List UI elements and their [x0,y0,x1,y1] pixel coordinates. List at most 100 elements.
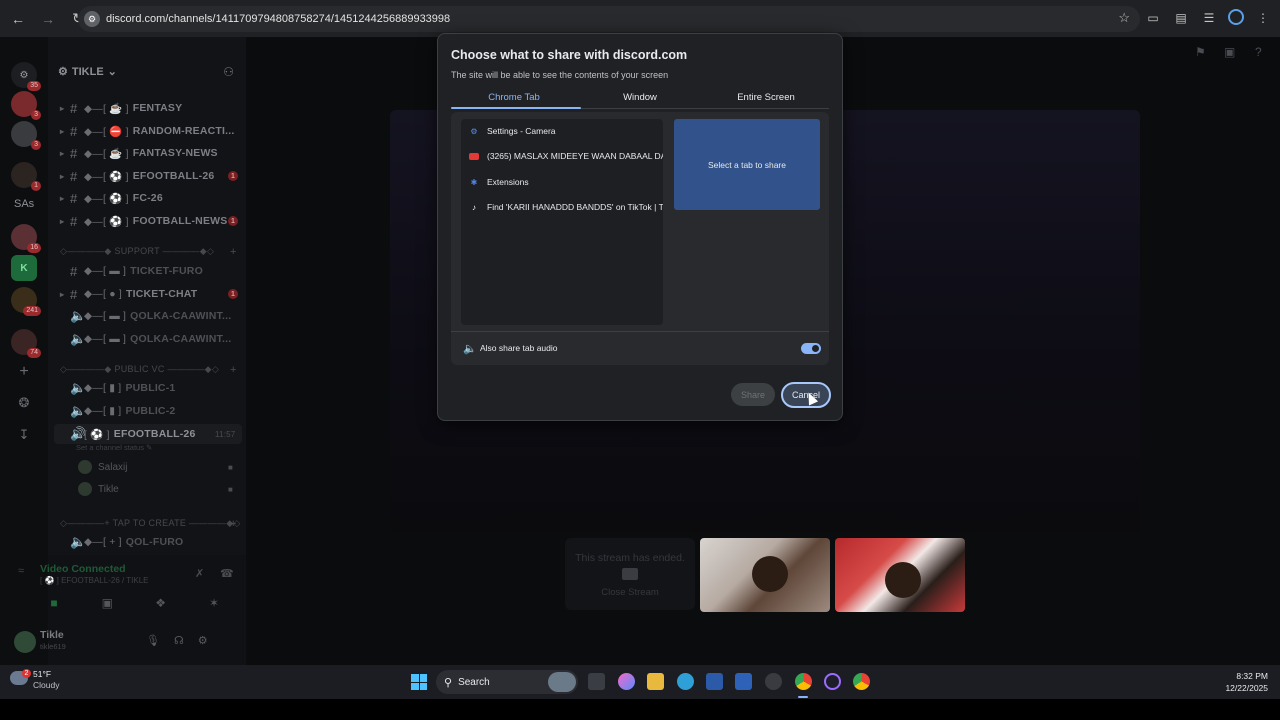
server-icon[interactable]: 241 [11,287,41,316]
settings-gear-icon[interactable]: ⚙ [198,634,208,647]
video-tile[interactable] [835,538,965,612]
voice-channel-item[interactable]: 🔈 ◆—[ + ] QOL-FURO [60,533,183,551]
help-icon[interactable]: ? [1255,45,1262,59]
avatar[interactable] [14,631,36,653]
server-icon[interactable]: 3 [11,121,41,150]
add-channel-icon[interactable]: + [230,364,237,376]
hash-icon: # [70,123,78,139]
close-stream-button[interactable]: Close Stream [565,587,695,598]
noise-suppression-icon[interactable]: ✗ [195,567,204,580]
server-icon[interactable]: 3 [11,91,41,120]
menu-dots-icon[interactable]: ⋮ [1254,9,1272,27]
server-header[interactable]: ⚙ TIKLE ⌄ [58,65,117,79]
voice-channel-item[interactable]: 🔈 ◆—[ ▮ ] PUBLIC-1 [60,379,175,397]
chrome-profile-icon[interactable] [853,673,870,690]
site-info-icon[interactable]: ⚙ [84,11,100,27]
active-voice-channel-label[interactable]: 🔊[ ⚽ ] EFOOTBALL-26 11:57 [60,425,235,443]
server-icon[interactable]: K [11,255,37,281]
app-icon[interactable] [765,673,782,690]
channel-status[interactable]: Set a channel status ✎ [76,443,152,452]
chevron-right-icon: ▸ [60,193,65,203]
channel-name: FOOTBALL-NEWS [132,215,228,227]
direct-messages-icon[interactable]: ⚙ 35 [11,62,41,91]
server-icon[interactable]: 16 [11,224,41,253]
edge-icon[interactable] [677,673,694,690]
profile-icon[interactable] [1228,9,1244,25]
tab-entire-screen[interactable]: Entire Screen [703,92,829,103]
microphone-icon[interactable]: 🎙 [146,634,160,647]
soundboard-icon[interactable]: ✶ [192,594,236,612]
voice-channel-path[interactable]: [ ⚽ ] EFOOTBALL-26 / TIKLE [40,576,149,585]
file-explorer-icon[interactable] [647,673,664,690]
server-icon[interactable]: 74 [11,329,41,358]
channel-item[interactable]: ▸ # ◆—[ ● ] TICKET-CHAT 1 [60,285,246,303]
voice-user-row[interactable]: Salaxij ■ [78,460,233,474]
store-icon[interactable] [706,673,723,690]
voice-channel-item[interactable]: 🔈 ◆—[ ▬ ] QOLKA-CAAWINT... [60,307,231,325]
tab-chrome-tab[interactable]: Chrome Tab [451,92,577,103]
task-view-icon[interactable] [588,673,605,690]
video-tile[interactable] [700,538,830,612]
category-header[interactable]: ◇————+ TAP TO CREATE ————◆◇ + [60,518,246,530]
category-header[interactable]: ◇————◆ PUBLIC VC ————◆◇ + [60,364,246,376]
weather-condition: Cloudy [33,680,60,690]
server-name: TIKLE [71,65,104,78]
url-text[interactable]: discord.com/channels/1411709794808758274… [106,13,450,25]
category-header[interactable]: ◇————◆ SUPPORT ————◆◇ + [60,246,246,258]
media-controls-icon[interactable]: ☰ [1200,9,1218,27]
copilot-icon[interactable] [618,673,635,690]
channel-item[interactable]: ▸ # ◆—[ ⚽ ] FOOTBALL-NEWS 1 [60,212,246,230]
tab-list-item[interactable]: ♪ Find 'KARII HANADDD BANDDS' on TikTok |… [461,196,663,218]
server-folder-label[interactable]: SAs [14,198,34,210]
flag-icon[interactable]: ⚑ [1195,45,1206,59]
extensions-icon[interactable]: ▤ [1172,9,1190,27]
outlook-icon[interactable] [735,673,752,690]
discover-icon[interactable]: ❂ [11,390,37,416]
bookmark-star-icon[interactable]: ☆ [1118,10,1130,26]
server-icon[interactable]: 1 [11,162,41,191]
tab-list-item[interactable]: (3265) MASLAX MIDEEYE WAAN DABAAL DAGA [461,145,663,167]
forward-icon[interactable]: → [38,9,58,29]
tab-list-item[interactable]: ⚙ Settings - Camera [461,120,663,142]
add-channel-icon[interactable]: + [230,246,237,258]
tab-window[interactable]: Window [577,92,703,103]
share-button[interactable]: Share [731,383,775,406]
monitor-icon [622,568,638,580]
invite-user-icon[interactable]: ⚇ [223,65,234,79]
voice-channel-item[interactable]: 🔈 ◆—[ ▮ ] PUBLIC-2 [60,402,175,420]
unread-badge: 241 [23,306,41,316]
headphones-icon[interactable]: ☊ [174,634,184,647]
popout-icon[interactable]: ▣ [1224,45,1235,59]
add-channel-icon[interactable]: + [230,518,237,530]
add-server-icon[interactable]: + [11,359,37,385]
cast-icon[interactable]: ▭ [1144,9,1162,27]
channel-item[interactable]: # ◆—[ ▬ ] TICKET-FURO [60,262,203,280]
taskbar-search[interactable]: ⚲ Search [436,670,578,694]
temperature: 51°F [33,669,52,679]
channel-item[interactable]: ▸ # ◆—[ ☕ ] FENTASY [60,99,182,117]
voice-connected-status[interactable]: Video Connected [40,563,126,575]
windows-start-icon[interactable] [411,674,427,690]
channel-item[interactable]: ▸ # ◆—[ ⛔ ] RANDOM-REACTI... [60,122,235,140]
camera-icon[interactable]: ■ [32,594,76,612]
activities-icon[interactable]: ❖ [139,594,183,612]
screen-share-icon[interactable]: ▣ [85,594,129,612]
back-icon[interactable]: ← [8,9,28,29]
app-icon[interactable] [824,673,841,690]
tab-list-item[interactable]: ✱ Extensions [461,171,663,193]
chevron-right-icon: ▸ [60,216,65,226]
share-audio-toggle[interactable] [801,343,821,354]
disconnect-icon[interactable]: ☎ [220,567,234,580]
system-clock[interactable]: 8:32 PM 12/22/2025 [1225,670,1268,694]
ended-stream-tile[interactable]: This stream has ended. Close Stream [565,538,695,610]
user-name[interactable]: Tikle [40,629,64,641]
channel-item[interactable]: ▸ # ◆—[ ⚽ ] FC-26 [60,189,163,207]
channel-item[interactable]: ▸ # ◆—[ ☕ ] FANTASY-NEWS [60,144,218,162]
voice-user-row[interactable]: Tikle ■ [78,482,233,496]
download-icon[interactable]: ↧ [11,422,37,448]
channel-name: FC-26 [132,192,163,204]
chrome-icon[interactable] [795,673,812,690]
voice-channel-item[interactable]: 🔈 ◆—[ ▬ ] QOLKA-CAAWINT... [60,330,231,348]
address-bar[interactable]: ⚙ discord.com/channels/14117097948087582… [78,6,1140,32]
channel-item[interactable]: ▸ # ◆—[ ⚽ ] EFOOTBALL-26 1 [60,167,246,185]
